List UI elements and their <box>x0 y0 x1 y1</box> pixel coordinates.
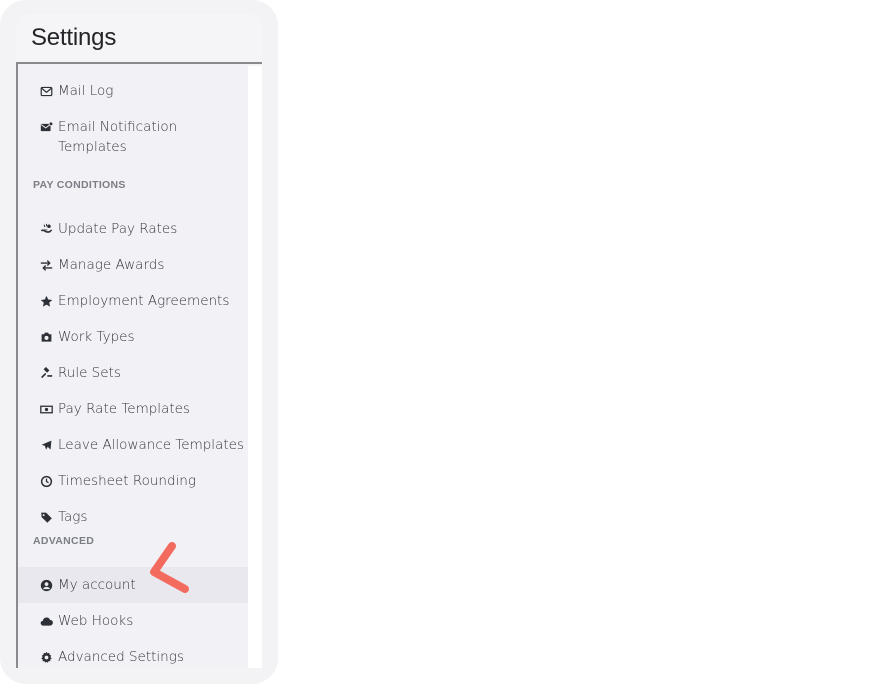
panel-header: Settings <box>16 14 262 64</box>
settings-card: Settings Mail Log Email Notification Tem… <box>0 0 278 684</box>
menu-item-label: Mail Log <box>58 83 114 99</box>
menu-item-label: Leave Allowance Templates <box>58 437 244 453</box>
menu-item-label: Rule Sets <box>58 365 121 381</box>
menu-item-label: Tags <box>58 509 88 525</box>
menu-item-label: My account <box>58 577 136 593</box>
menu-item-update-pay-rates[interactable]: Update Pay Rates <box>18 211 248 247</box>
menu-item-label: Employment Agreements <box>58 293 230 309</box>
exchange-arrows-icon <box>38 257 54 273</box>
menu-item-work-types[interactable]: Work Types <box>18 319 248 355</box>
menu-item-email-notification-templates[interactable]: Email Notification Templates <box>18 113 248 163</box>
menu-item-pay-rate-templates[interactable]: Pay Rate Templates <box>18 391 248 427</box>
menu-item-manage-awards[interactable]: Manage Awards <box>18 247 248 283</box>
settings-menu: Mail Log Email Notification Templates PA… <box>16 64 248 668</box>
gavel-icon <box>38 365 54 381</box>
menu-item-tags[interactable]: Tags <box>18 499 248 535</box>
star-icon <box>38 293 54 309</box>
banknote-icon <box>38 401 54 417</box>
menu-scrollbar[interactable] <box>248 66 262 668</box>
envelope-icon <box>38 83 54 99</box>
pointer-arrow-annotation <box>150 542 189 593</box>
plane-icon <box>38 437 54 453</box>
tag-icon <box>38 509 54 525</box>
settings-panel: Settings Mail Log Email Notification Tem… <box>16 14 262 668</box>
menu-item-label: Manage Awards <box>58 257 165 273</box>
menu-item-my-account[interactable]: My account <box>18 567 248 603</box>
page-title: Settings <box>31 24 117 51</box>
menu-item-label: Email Notification Templates <box>58 119 178 155</box>
menu-item-label: Timesheet Rounding <box>58 473 196 489</box>
clock-icon <box>38 473 54 489</box>
menu-item-label: Web Hooks <box>58 613 134 629</box>
menu-item-label: Advanced Settings <box>58 649 184 665</box>
menu-item-label: Update Pay Rates <box>58 221 178 237</box>
menu-item-label: Work Types <box>58 329 135 345</box>
menu-item-employment-agreements[interactable]: Employment Agreements <box>18 283 248 319</box>
email-notification-icon <box>38 119 54 135</box>
camera-icon <box>38 329 54 345</box>
menu-item-timesheet-rounding[interactable]: Timesheet Rounding <box>18 463 248 499</box>
menu-item-web-hooks[interactable]: Web Hooks <box>18 603 248 639</box>
gear-icon <box>38 649 54 665</box>
cloud-icon <box>38 613 54 629</box>
menu-item-leave-allowance-templates[interactable]: Leave Allowance Templates <box>18 427 248 463</box>
hand-money-icon <box>38 221 54 237</box>
menu-item-rule-sets[interactable]: Rule Sets <box>18 355 248 391</box>
menu-item-mail-log[interactable]: Mail Log <box>18 73 248 109</box>
menu-item-advanced-settings[interactable]: Advanced Settings <box>18 639 248 668</box>
section-header-advanced: ADVANCED <box>33 535 95 547</box>
section-header-pay-conditions: PAY CONDITIONS <box>33 179 126 191</box>
user-circle-icon <box>38 577 54 593</box>
menu-item-label: Pay Rate Templates <box>58 401 190 417</box>
